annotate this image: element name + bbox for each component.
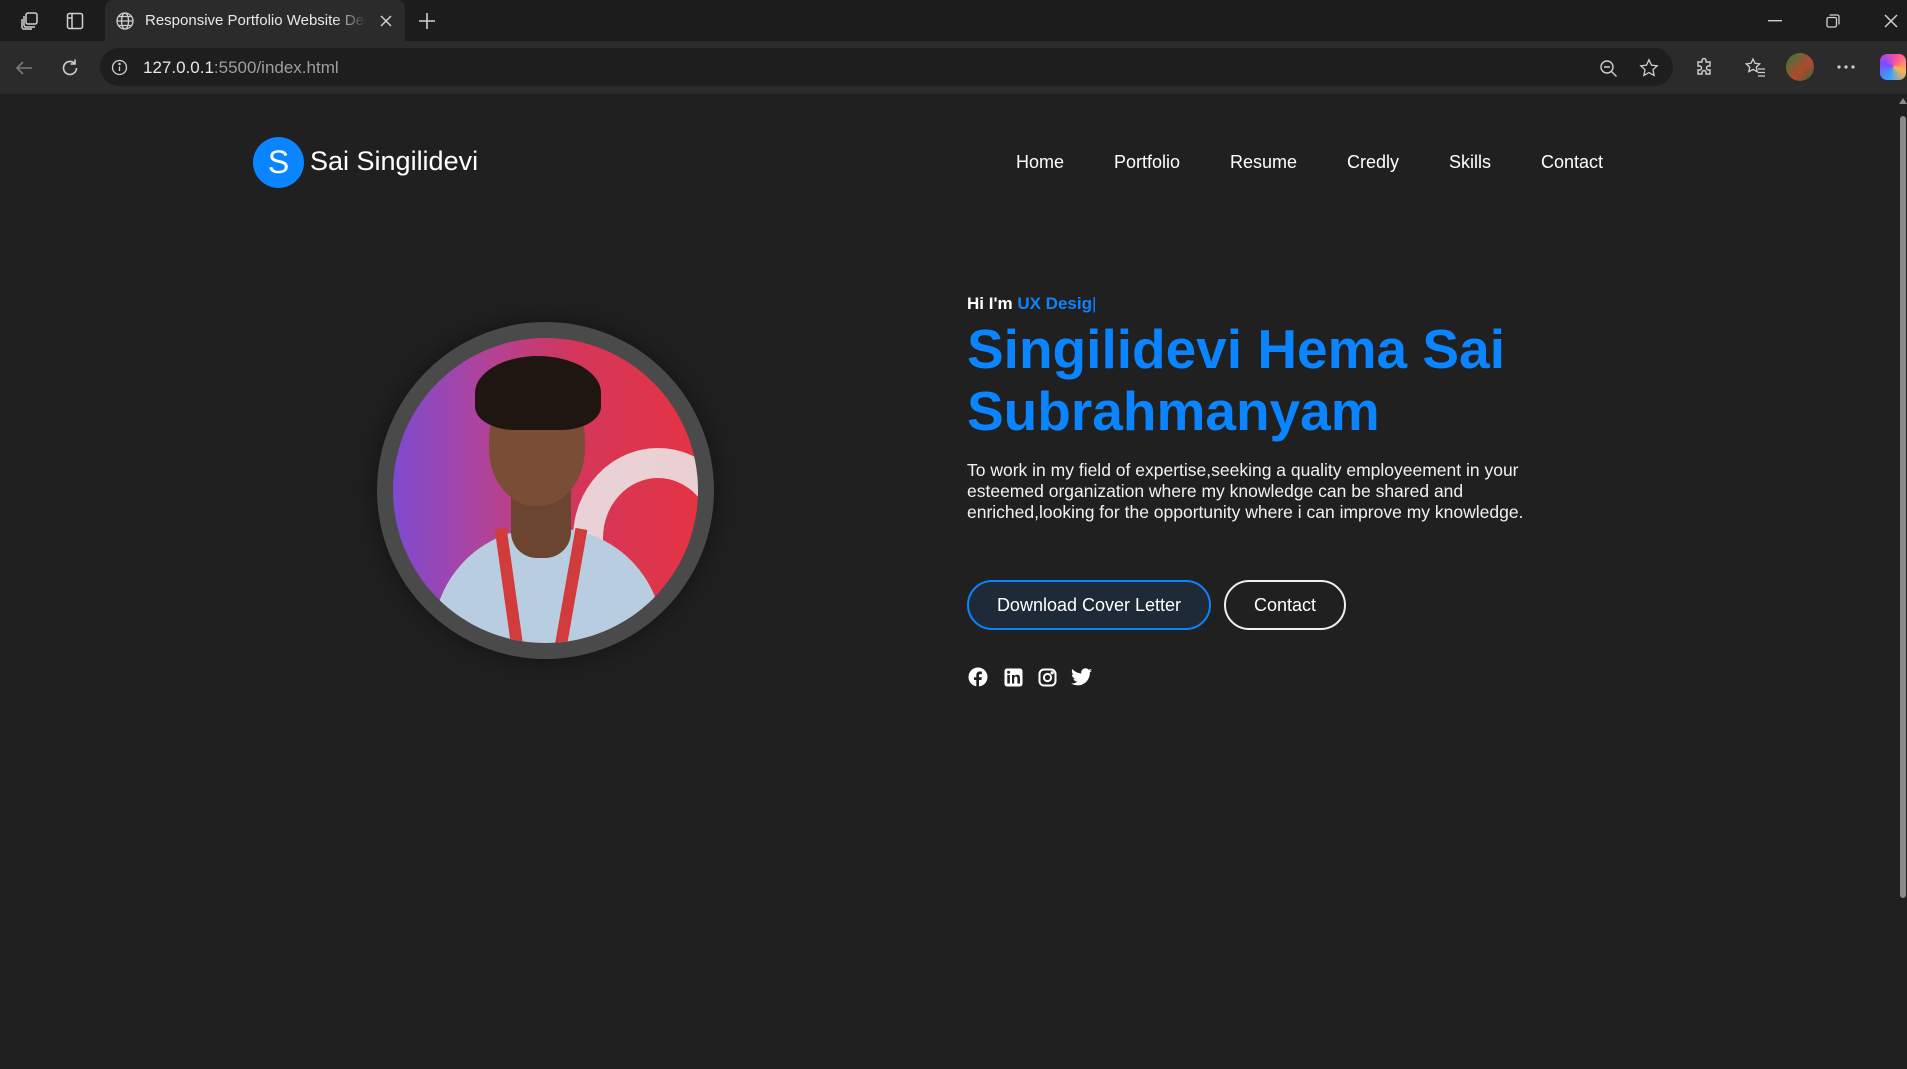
globe-icon <box>114 10 136 32</box>
contact-button[interactable]: Contact <box>1224 580 1346 630</box>
browser-tab-strip: Responsive Portfolio Website Design <box>0 0 1907 41</box>
profile-photo <box>393 338 698 643</box>
download-cover-letter-button[interactable]: Download Cover Letter <box>967 580 1211 630</box>
nav-home[interactable]: Home <box>1016 152 1064 173</box>
url-text[interactable]: 127.0.0.1:5500/index.html <box>143 58 339 78</box>
nav-contact[interactable]: Contact <box>1541 152 1603 173</box>
nav-skills[interactable]: Skills <box>1449 152 1491 173</box>
logo-text[interactable]: Sai Singilidevi <box>310 146 478 177</box>
close-tab-icon[interactable] <box>377 12 395 30</box>
close-window-icon[interactable] <box>1879 9 1903 33</box>
favorite-star-icon[interactable] <box>1638 57 1660 79</box>
linkedin-icon[interactable] <box>1002 666 1024 688</box>
restore-icon[interactable] <box>1821 9 1845 33</box>
favorites-icon[interactable] <box>1742 54 1768 80</box>
profile-avatar[interactable] <box>1786 53 1814 81</box>
profile-photo-frame <box>377 322 714 659</box>
hero-name: Singilidevi Hema Sai Subrahmanyam <box>967 318 1505 442</box>
address-bar[interactable]: 127.0.0.1:5500/index.html <box>100 48 1673 86</box>
greeting: Hi I'm UX Desig| <box>967 294 1096 314</box>
page-viewport: S Sai Singilidevi Home Portfolio Resume … <box>5 94 1898 1069</box>
site-info-icon[interactable] <box>110 58 128 76</box>
workspaces-icon[interactable] <box>18 9 42 33</box>
minimize-icon[interactable] <box>1763 9 1787 33</box>
browser-toolbar: 127.0.0.1:5500/index.html <box>0 41 1907 94</box>
zoom-icon[interactable] <box>1597 57 1619 79</box>
typed-role: UX Desig <box>1017 294 1092 313</box>
url-path: :5500/index.html <box>213 58 339 77</box>
reload-icon[interactable] <box>57 55 83 81</box>
hero-description: To work in my field of expertise,seeking… <box>967 460 1524 522</box>
scrollbar-thumb[interactable] <box>1900 116 1906 898</box>
extensions-icon[interactable] <box>1692 54 1718 80</box>
nav-portfolio[interactable]: Portfolio <box>1114 152 1180 173</box>
more-options-icon[interactable] <box>1833 54 1859 80</box>
back-icon[interactable] <box>11 55 37 81</box>
facebook-icon[interactable] <box>967 666 989 688</box>
typing-caret: | <box>1091 294 1097 313</box>
copilot-icon[interactable] <box>1880 54 1906 80</box>
scroll-up-arrow-icon[interactable] <box>1899 98 1907 104</box>
instagram-icon[interactable] <box>1036 666 1058 688</box>
greeting-prefix: Hi I'm <box>967 294 1013 313</box>
new-tab-icon[interactable] <box>415 9 439 33</box>
nav-resume[interactable]: Resume <box>1230 152 1297 173</box>
twitter-icon[interactable] <box>1070 666 1092 688</box>
nav-credly[interactable]: Credly <box>1347 152 1399 173</box>
url-host: 127.0.0.1 <box>143 58 214 77</box>
tab-title: Responsive Portfolio Website Design <box>145 12 367 29</box>
logo-badge[interactable]: S <box>253 137 304 188</box>
page-scrollbar[interactable] <box>1898 94 1907 1069</box>
vertical-tabs-icon[interactable] <box>63 9 87 33</box>
active-tab[interactable]: Responsive Portfolio Website Design <box>105 0 405 41</box>
